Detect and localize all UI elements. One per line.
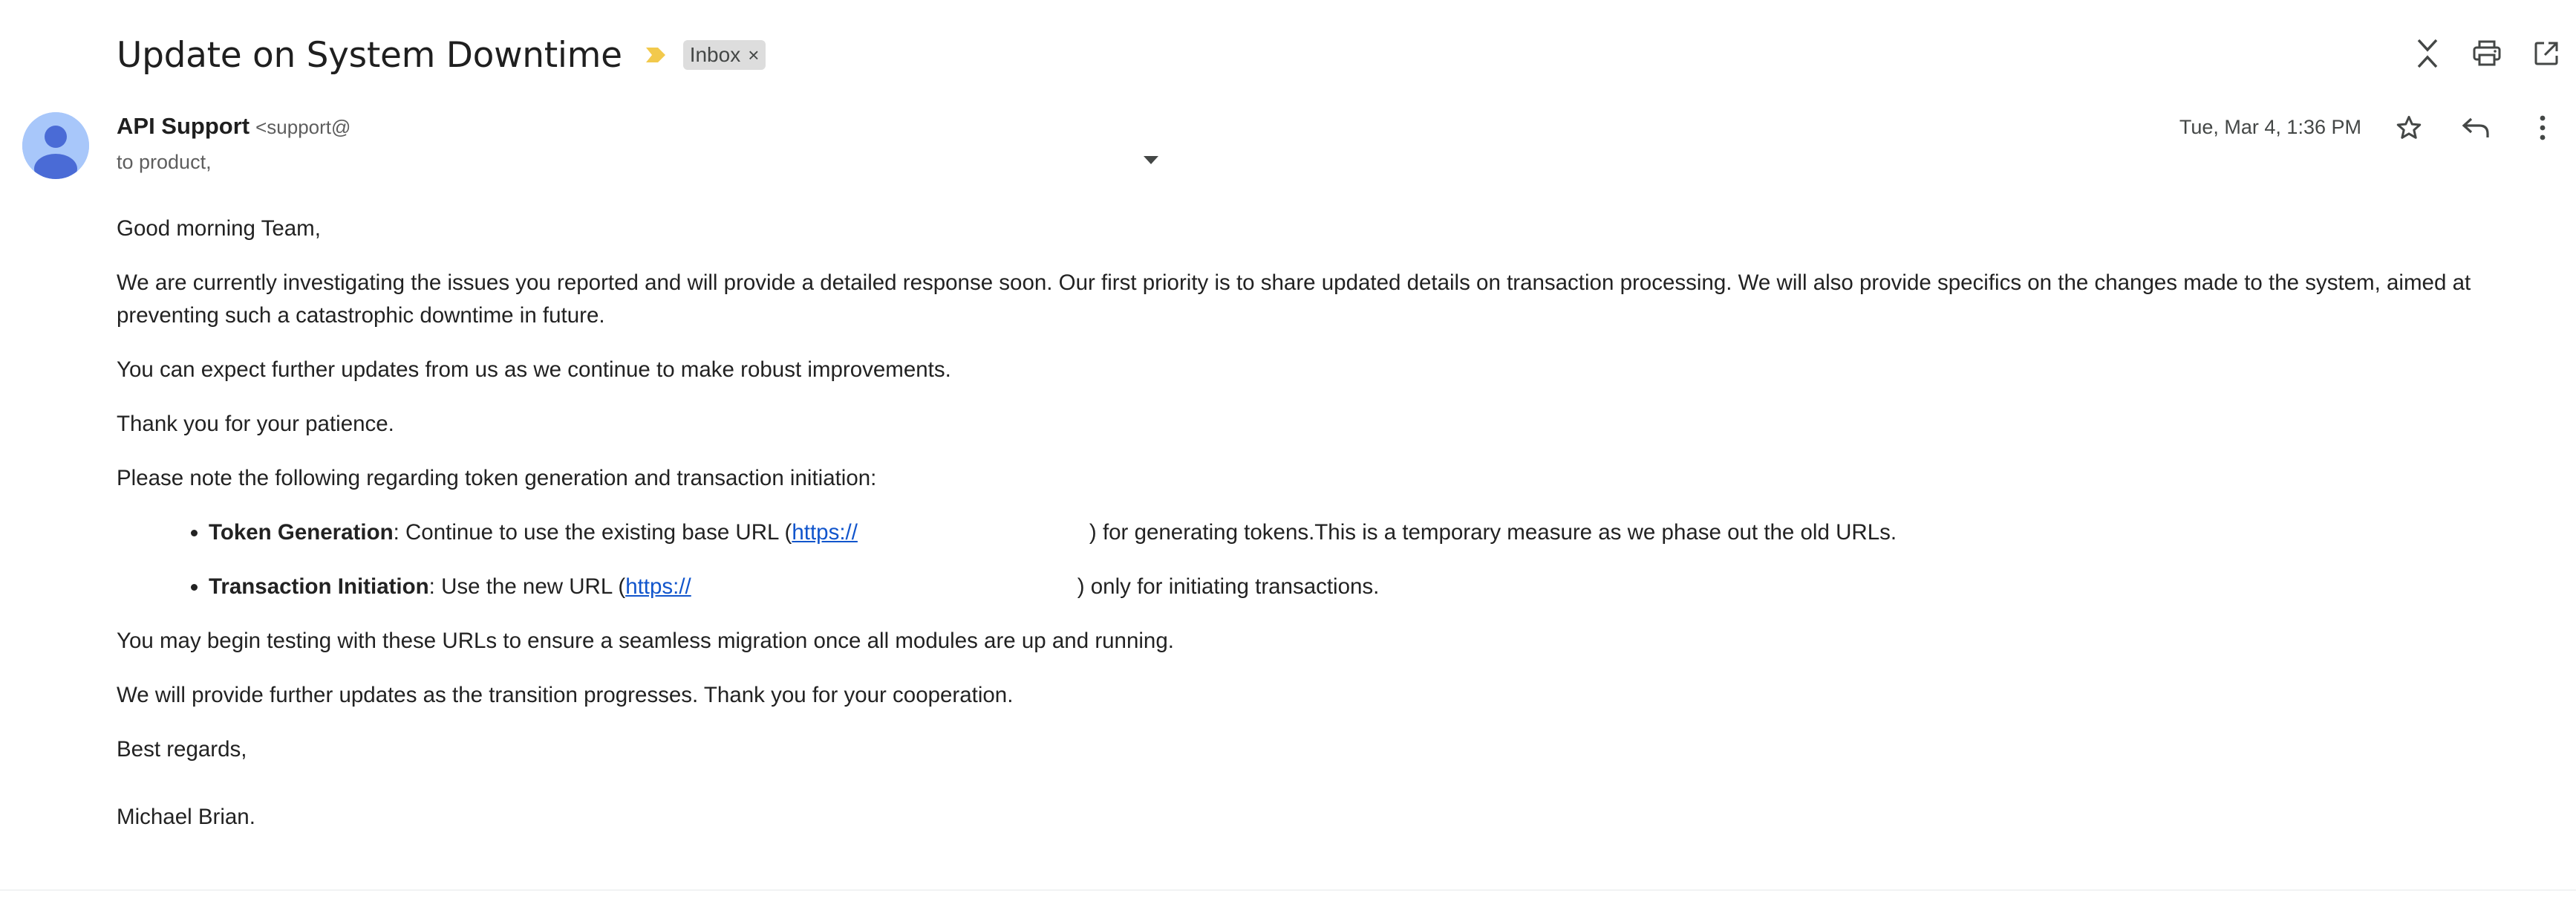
print-button[interactable]: [2457, 33, 2517, 77]
recipients-text: to product,: [117, 150, 212, 173]
bullet-list: Token Generation: Continue to use the ex…: [117, 516, 2560, 603]
more-options-button[interactable]: [2509, 107, 2576, 152]
open-in-new-window-button[interactable]: [2517, 33, 2576, 77]
list-item: Transaction Initiation: Use the new URL …: [209, 571, 2560, 603]
bullet-text: ) only for initiating transactions.: [1077, 574, 1380, 599]
default-avatar-icon: [22, 112, 89, 179]
bullet-text: : Use the new URL (: [428, 574, 626, 599]
sender-line: API Support <support@: [117, 113, 350, 143]
email-subject: Update on System Downtime: [117, 34, 622, 76]
body-paragraph: You may begin testing with these URLs to…: [117, 629, 1174, 653]
sender-avatar[interactable]: [22, 112, 89, 179]
label-chip-text: Inbox: [689, 43, 741, 66]
star-button[interactable]: [2376, 107, 2442, 152]
body-paragraph: We are currently investigating the issue…: [117, 270, 2471, 328]
body-paragraph: Thank you for your patience.: [117, 412, 394, 436]
email-view: Update on System Downtime Inbox × API Su…: [0, 0, 2576, 899]
caret-down-icon: [1143, 155, 1158, 169]
sender-email: <support@: [255, 116, 351, 138]
show-details-button[interactable]: [1140, 151, 1162, 173]
email-date: Tue, Mar 4, 1:36 PM: [2179, 116, 2361, 138]
signoff: Best regards,: [117, 737, 247, 762]
body-paragraph: You can expect further updates from us a…: [117, 357, 951, 382]
greeting: Good morning Team,: [117, 216, 321, 241]
collapse-all-icon: [2415, 37, 2440, 74]
signature: Michael Brian.: [117, 805, 255, 829]
print-icon: [2473, 40, 2501, 71]
email-body: Good morning Team, We are currently inve…: [117, 212, 2560, 855]
body-paragraph: Please note the following regarding toke…: [117, 466, 877, 490]
collapse-all-button[interactable]: [2398, 33, 2457, 77]
more-vertical-icon: [2539, 115, 2546, 144]
reply-button[interactable]: [2442, 107, 2509, 152]
open-in-new-window-icon: [2533, 40, 2560, 71]
reply-icon: [2461, 116, 2491, 143]
list-item: Token Generation: Continue to use the ex…: [209, 516, 2560, 549]
bullet-term: Transaction Initiation: [209, 574, 429, 599]
thread-toolbar: [2398, 33, 2576, 77]
token-url-link[interactable]: https://: [792, 520, 858, 545]
bullet-text: ) for generating tokens.This is a tempor…: [1089, 520, 1897, 545]
inbox-label-chip[interactable]: Inbox ×: [682, 40, 766, 70]
remove-label-button[interactable]: ×: [748, 45, 759, 65]
message-toolbar: [2376, 107, 2576, 152]
recipients-line: to product,: [117, 149, 1162, 175]
star-icon: [2395, 114, 2423, 146]
divider: [0, 889, 2576, 891]
bullet-text: : Continue to use the existing base URL …: [393, 520, 792, 545]
bullet-term: Token Generation: [209, 520, 394, 545]
body-paragraph: We will provide further updates as the t…: [117, 683, 1014, 707]
transaction-url-link[interactable]: https://: [625, 574, 691, 599]
importance-marker-icon[interactable]: [645, 44, 667, 66]
sender-name[interactable]: API Support: [117, 113, 250, 140]
subject-row: Update on System Downtime Inbox ×: [117, 28, 766, 82]
